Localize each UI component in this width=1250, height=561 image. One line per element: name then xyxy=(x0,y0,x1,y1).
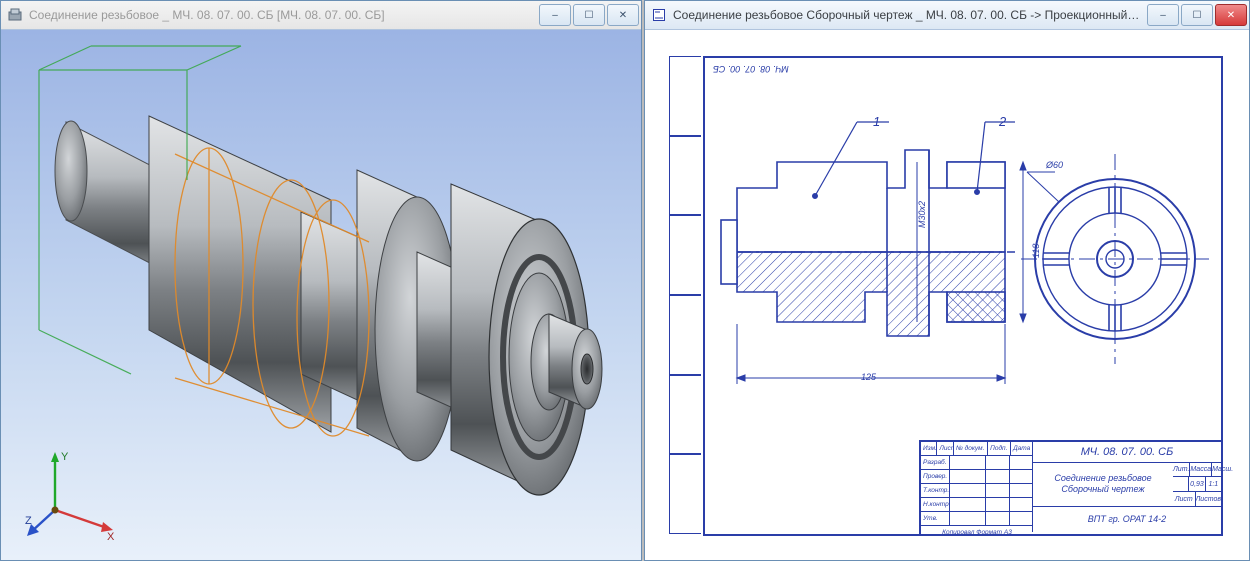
close-button[interactable]: ✕ xyxy=(1215,4,1247,26)
minimize-button[interactable]: – xyxy=(1147,4,1179,26)
balloon-1: 1 xyxy=(873,114,880,129)
drawing-viewport[interactable]: МЧ. 08. 07. 00. СБ xyxy=(645,30,1249,560)
drawing-frame: МЧ. 08. 07. 00. СБ xyxy=(703,56,1223,536)
maximize-button[interactable]: ☐ xyxy=(1181,4,1213,26)
drawing-window: Соединение резьбовое Сборочный чертеж _ … xyxy=(644,0,1250,561)
binding-margin xyxy=(669,56,701,536)
drawing-sheet: МЧ. 08. 07. 00. СБ xyxy=(655,40,1237,548)
tb-name: Соединение резьбовое Сборочный чертеж xyxy=(1032,462,1173,507)
tb-material: ВПТ гр. ОРАТ 14-2 xyxy=(1032,506,1221,532)
title-left: Соединение резьбовое _ МЧ. 08. 07. 00. С… xyxy=(29,8,533,22)
drawing-icon xyxy=(651,7,667,23)
chrome-buttons-right: – ☐ ✕ xyxy=(1145,4,1247,26)
title-block: Изм. Лист № докум. Подп. Дата Разраб. Пр… xyxy=(919,440,1223,536)
minimize-button[interactable]: – xyxy=(539,4,571,26)
section-view xyxy=(715,92,1039,412)
reverse-code-tab: МЧ. 08. 07. 00. СБ xyxy=(713,64,789,74)
tb-code: МЧ. 08. 07. 00. СБ xyxy=(1032,442,1221,463)
balloon-2: 2 xyxy=(999,114,1006,129)
dim-angle: Ø60 xyxy=(1046,160,1063,170)
close-button[interactable]: ✕ xyxy=(607,4,639,26)
model-icon xyxy=(7,7,23,23)
tb-metrics: Лит.МассаМасш. 0,931:1 ЛистЛистов xyxy=(1173,462,1221,507)
dim-length: 125 xyxy=(861,372,876,382)
dim-thread: M30x2 xyxy=(917,201,927,228)
model-window: Соединение резьбовое _ МЧ. 08. 07. 00. С… xyxy=(0,0,642,561)
model-render xyxy=(1,30,641,560)
titlebar-right[interactable]: Соединение резьбовое Сборочный чертеж _ … xyxy=(645,1,1249,30)
maximize-button[interactable]: ☐ xyxy=(573,4,605,26)
chrome-buttons-left: – ☐ ✕ xyxy=(537,4,639,26)
title-right: Соединение резьбовое Сборочный чертеж _ … xyxy=(673,8,1141,22)
end-view xyxy=(1021,154,1209,364)
viewport-3d[interactable]: Y X Z xyxy=(1,30,641,560)
titlebar-left[interactable]: Соединение резьбовое _ МЧ. 08. 07. 00. С… xyxy=(1,1,641,30)
